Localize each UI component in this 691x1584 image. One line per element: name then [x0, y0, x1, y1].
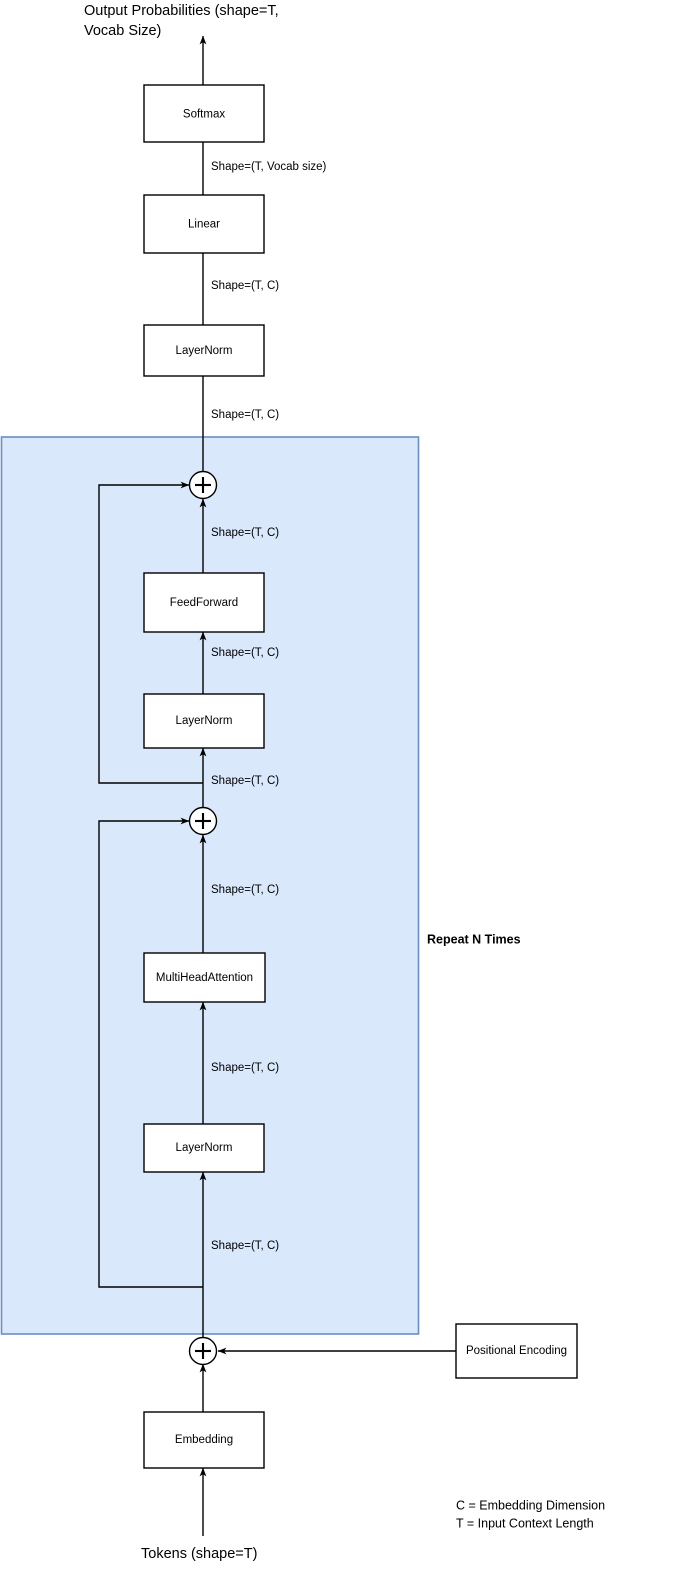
- legend-line-t: T = Input Context Length: [456, 1516, 594, 1530]
- node-add-positional[interactable]: [188, 1336, 218, 1366]
- node-layernorm-feedforward[interactable]: LayerNorm: [143, 693, 265, 749]
- node-positional-encoding-label: Positional Encoding: [466, 1345, 567, 1357]
- edge-label-feedforward-in: Shape=(T, C): [211, 647, 279, 659]
- node-multiheadattention[interactable]: MultiHeadAttention: [143, 952, 266, 1003]
- tokens-input-label: Tokens (shape=T): [141, 1546, 257, 1562]
- node-add-feedforward[interactable]: [188, 470, 218, 500]
- output-probabilities-label-line2: Vocab Size): [84, 23, 161, 39]
- node-softmax[interactable]: Softmax: [143, 84, 265, 143]
- node-layernorm-attention-label: LayerNorm: [176, 1142, 233, 1154]
- node-multiheadattention-label: MultiHeadAttention: [156, 972, 253, 984]
- edge-label-add-attn-in: Shape=(T, C): [211, 884, 279, 896]
- node-layernorm-final[interactable]: LayerNorm: [143, 324, 265, 377]
- edge-label-softmax-in: Shape=(T, Vocab size): [211, 161, 327, 173]
- node-layernorm-final-label: LayerNorm: [176, 345, 233, 357]
- node-positional-encoding[interactable]: Positional Encoding: [455, 1323, 578, 1379]
- node-add-attention[interactable]: [188, 806, 218, 836]
- output-probabilities-label-line1: Output Probabilities (shape=T,: [84, 3, 279, 19]
- edge-label-add-ff-in: Shape=(T, C): [211, 527, 279, 539]
- node-feedforward-label: FeedForward: [170, 597, 238, 609]
- node-layernorm-feedforward-label: LayerNorm: [176, 715, 233, 727]
- node-linear-label: Linear: [188, 219, 220, 231]
- repeat-n-times-label: Repeat N Times: [427, 932, 521, 946]
- transformer-architecture-diagram: Softmax Linear LayerNorm FeedForward Lay…: [0, 0, 691, 1584]
- node-softmax-label: Softmax: [183, 109, 225, 121]
- node-embedding[interactable]: Embedding: [143, 1411, 265, 1469]
- legend-line-c: C = Embedding Dimension: [456, 1498, 605, 1512]
- edge-label-multihead-in: Shape=(T, C): [211, 1062, 279, 1074]
- node-embedding-label: Embedding: [175, 1434, 233, 1446]
- edge-label-layernorm-attn-in: Shape=(T, C): [211, 1240, 279, 1252]
- edge-label-layernorm-ff-in: Shape=(T, C): [211, 775, 279, 787]
- repeat-block-region: [0, 436, 420, 1335]
- edge-label-layernorm-final-in: Shape=(T, C): [211, 409, 279, 421]
- diagram-canvas: Softmax Linear LayerNorm FeedForward Lay…: [0, 3, 605, 1562]
- node-layernorm-attention[interactable]: LayerNorm: [143, 1123, 265, 1173]
- node-linear[interactable]: Linear: [143, 194, 265, 254]
- edge-label-linear-in: Shape=(T, C): [211, 280, 279, 292]
- node-feedforward[interactable]: FeedForward: [143, 572, 265, 633]
